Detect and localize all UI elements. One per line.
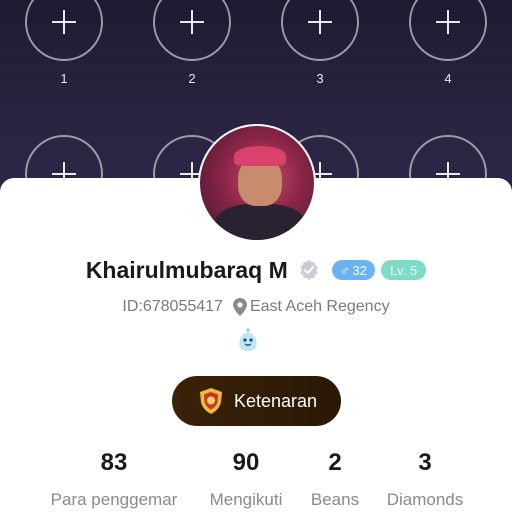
avatar-cap: [234, 146, 286, 166]
fame-button[interactable]: Ketenaran: [172, 376, 341, 426]
male-icon: ♂: [339, 262, 350, 278]
user-id[interactable]: ID:678055417: [122, 298, 223, 316]
stat-value: 2: [328, 449, 342, 476]
verified-badge-icon: [300, 259, 318, 281]
level-badge: Lv. 5: [380, 260, 427, 280]
stat-label: Beans: [310, 490, 360, 509]
stat-label: Diamonds: [386, 490, 464, 509]
medal-badge-icon[interactable]: [236, 328, 260, 354]
name-row: Khairulmubaraq M ♂ 32 Lv. 5: [0, 254, 512, 286]
avatar-shirt: [214, 204, 306, 240]
stat-label: Mengikuti: [209, 490, 283, 509]
seat-number: 2: [188, 71, 196, 86]
location-pin-icon: [232, 298, 247, 316]
seat-number: 4: [444, 71, 452, 86]
profile-name: Khairulmubaraq M: [85, 256, 288, 283]
stat-beans[interactable]: 2: [295, 448, 375, 478]
seat-number: 3: [316, 71, 324, 86]
stat-label-diamonds: Diamonds: [378, 490, 472, 510]
stat-value: 83: [100, 449, 128, 476]
fame-button-label: Ketenaran: [233, 390, 318, 411]
fame-shield-icon: [199, 388, 222, 414]
stat-label: Para penggemar: [50, 490, 178, 509]
id-location-row: ID:678055417 East Aceh Regency: [0, 296, 512, 318]
location-text: East Aceh Regency: [249, 298, 390, 315]
stat-label-beans: Beans: [300, 490, 370, 510]
avatar[interactable]: [198, 124, 316, 242]
stat-value: 3: [418, 449, 432, 476]
stat-label-followers: Para penggemar: [44, 490, 184, 510]
stat-label-following: Mengikuti: [196, 490, 296, 510]
gender-age-badge: ♂ 32: [331, 260, 375, 280]
stat-following[interactable]: 90: [206, 448, 286, 478]
stat-value: 90: [232, 449, 260, 476]
stat-diamonds[interactable]: 3: [385, 448, 465, 478]
seat-number: 1: [60, 71, 68, 86]
age-value: 32: [352, 262, 367, 278]
stat-followers[interactable]: 83: [74, 448, 154, 478]
